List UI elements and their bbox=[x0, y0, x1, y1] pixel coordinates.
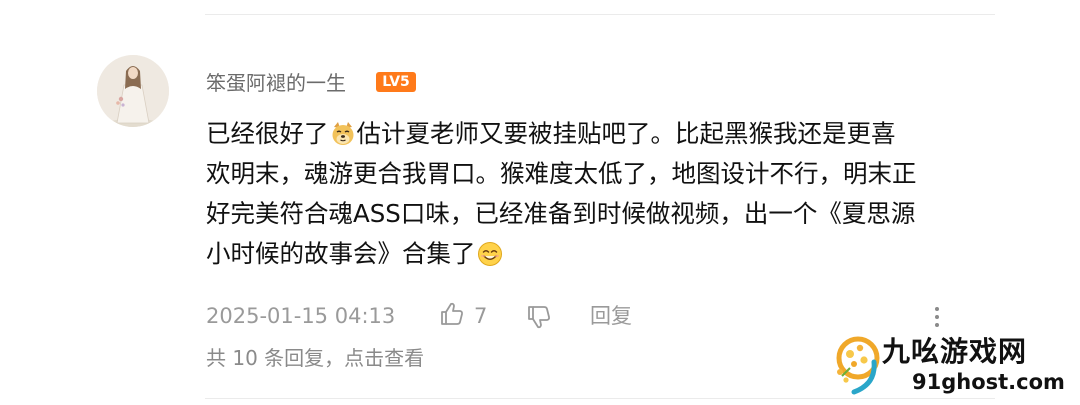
level-badge: LV5 bbox=[376, 72, 416, 92]
doge-emoji-icon bbox=[330, 121, 356, 147]
comment-line-4: 小时候的故事会》合集了 bbox=[206, 234, 996, 274]
like-button[interactable]: 7 bbox=[438, 301, 487, 331]
reply-button[interactable]: 回复 bbox=[590, 302, 632, 330]
top-divider bbox=[205, 14, 995, 15]
like-count: 7 bbox=[474, 304, 488, 328]
site-logo-icon bbox=[830, 332, 886, 400]
comment-text: 小时候的故事会》合集了 bbox=[206, 239, 476, 268]
view-replies-link[interactable]: 共 10 条回复，点击查看 bbox=[206, 344, 424, 372]
username[interactable]: 笨蛋阿褪的一生 bbox=[206, 70, 346, 96]
comment-line-2: 欢明末，魂游更合我胃口。猴难度太低了，地图设计不行，明末正 bbox=[206, 159, 917, 188]
thumbs-down-icon[interactable] bbox=[525, 303, 553, 335]
thumbs-up-icon[interactable] bbox=[438, 300, 466, 332]
comment-body: 已经很好了 估计夏老师又要被挂贴吧了。比起黑猴我还是更喜 欢明末，魂游更合我胃口… bbox=[206, 114, 996, 274]
user-avatar[interactable] bbox=[97, 55, 169, 127]
site-title: 九吆游戏网 bbox=[882, 335, 1028, 368]
more-vertical-icon[interactable] bbox=[928, 304, 946, 334]
comment-text: 已经很好了 bbox=[206, 119, 329, 148]
comment-text: 估计夏老师又要被挂贴吧了。比起黑猴我还是更喜 bbox=[356, 119, 896, 148]
smile-emoji-icon bbox=[477, 241, 503, 267]
site-watermark: 九吆游戏网 91ghost.com bbox=[830, 332, 1075, 398]
comment-timestamp: 2025-01-15 04:13 bbox=[206, 304, 396, 328]
comment-line-1: 已经很好了 估计夏老师又要被挂贴吧了。比起黑猴我还是更喜 bbox=[206, 114, 996, 154]
comment-line-3: 好完美符合魂ASS口味，已经准备到时候做视频，出一个《夏思源 bbox=[206, 199, 916, 228]
site-url: 91ghost.com bbox=[912, 370, 1065, 394]
